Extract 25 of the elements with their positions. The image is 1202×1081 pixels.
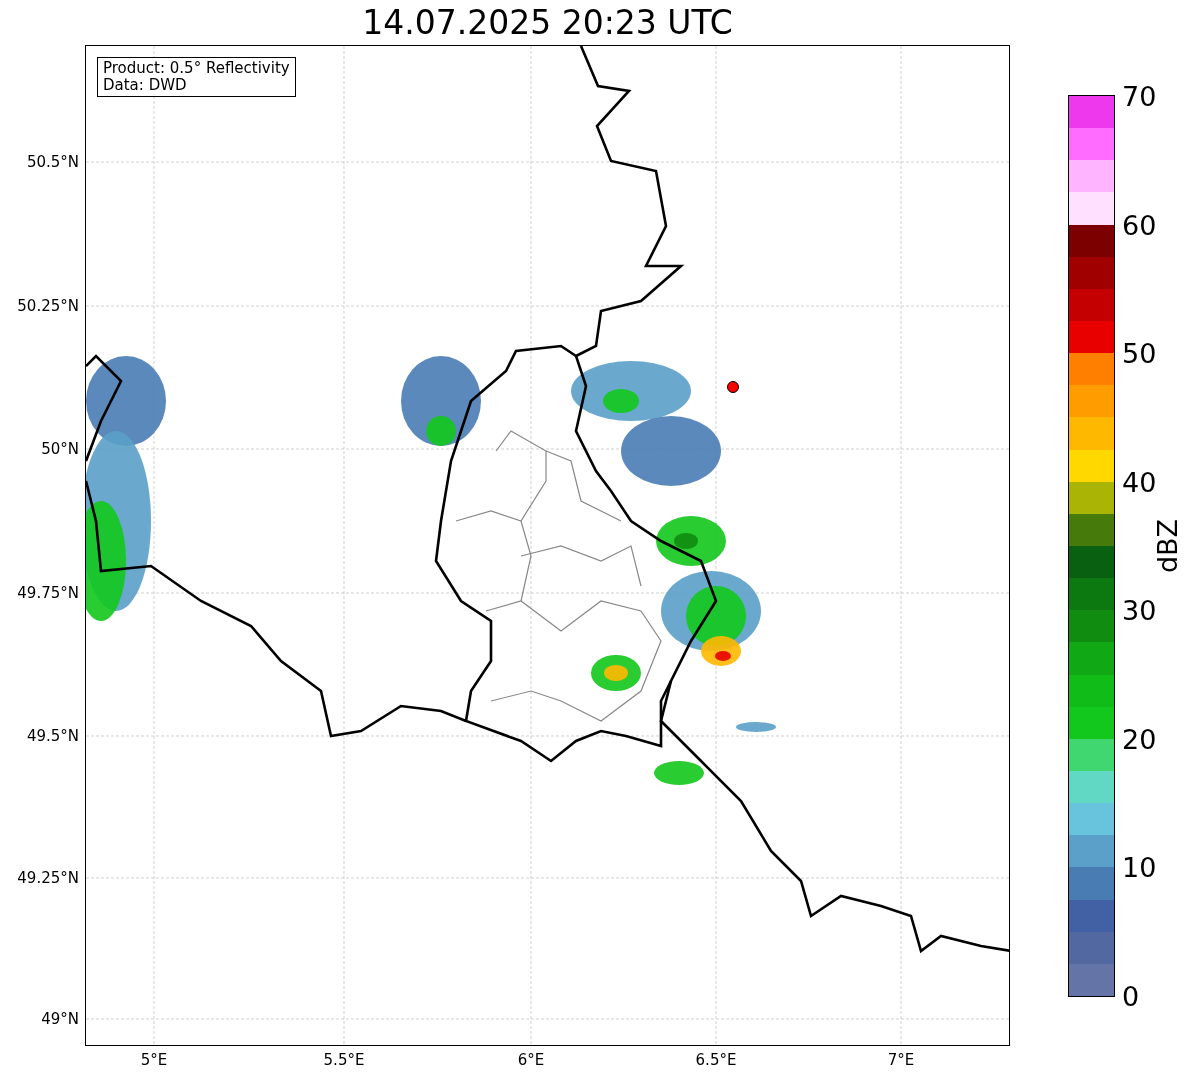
- info-text: Data: DWD: [103, 77, 188, 94]
- colorbar-label: dBZ: [1151, 518, 1183, 574]
- info-text: Product: 0.5° Reflectivity: [103, 60, 290, 77]
- colorbar-tick-label: 10: [1122, 853, 1157, 881]
- latitude-label: 49.75°N: [17, 584, 79, 602]
- latitude-label: 49°N: [41, 1010, 79, 1028]
- colorbar-tick-label: 50: [1122, 339, 1157, 367]
- plot-title: 14.07.2025 20:23 UTC: [361, 2, 734, 44]
- longitude-label: 5.5°E: [323, 1051, 365, 1069]
- colorbar-tick-label: 20: [1122, 725, 1157, 753]
- colorbar-tick-label: 40: [1122, 468, 1157, 496]
- latitude-label: 49.25°N: [17, 869, 79, 887]
- colorbar-tick-label: 60: [1122, 211, 1157, 239]
- location-marker: [727, 381, 739, 393]
- colorbar-tick-label: 70: [1122, 82, 1157, 110]
- longitude-label: 5°E: [140, 1051, 168, 1069]
- latitude-label: 50.5°N: [26, 153, 79, 171]
- colorbar-tick-label: 0: [1122, 982, 1140, 1010]
- colorbar-tick-label: 30: [1122, 596, 1157, 624]
- latitude-label: 49.5°N: [26, 727, 79, 745]
- longitude-label: 7°E: [887, 1051, 915, 1069]
- latitude-label: 50°N: [41, 440, 79, 458]
- longitude-label: 6°E: [517, 1051, 545, 1069]
- latitude-label: 50.25°N: [17, 297, 79, 315]
- longitude-label: 6.5°E: [695, 1051, 737, 1069]
